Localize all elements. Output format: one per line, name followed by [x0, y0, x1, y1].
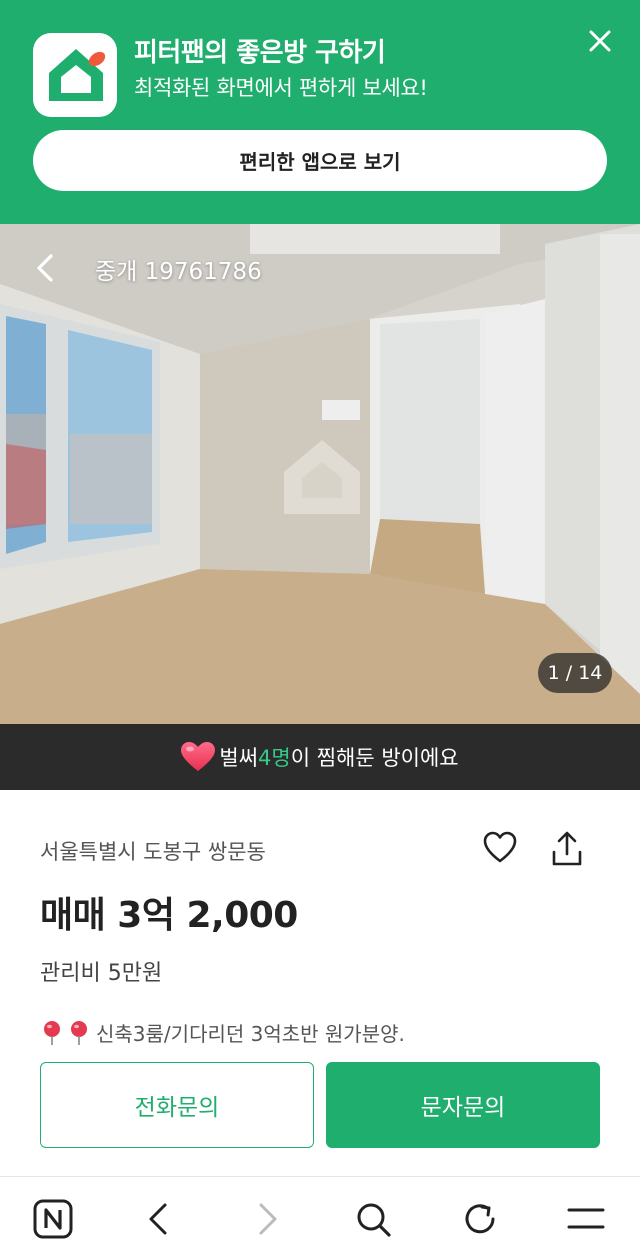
watermark-logo-icon — [284, 440, 360, 514]
heart-icon — [181, 742, 216, 771]
pushpin-icon — [40, 1020, 94, 1046]
banner-title: 피터팬의 좋은방 구하기 — [134, 38, 386, 68]
chevron-left-icon — [37, 254, 53, 282]
favorites-count: 4명 — [258, 746, 291, 770]
share-icon — [552, 831, 582, 866]
menu-icon[interactable] — [566, 1199, 606, 1239]
listing-description-text: 신축3룸/기다리던 3억초반 원가분양. — [96, 1022, 405, 1046]
management-fee: 관리비 5만원 — [40, 961, 163, 986]
listing-price: 매매 3억 2,000 — [40, 895, 298, 936]
favorites-notice: 벌써 4명 이 찜해둔 방이에요 — [0, 724, 640, 790]
close-icon[interactable] — [585, 26, 615, 56]
heart-outline-icon — [483, 831, 517, 863]
listing-id: 중개 19761786 — [95, 259, 262, 285]
back-button[interactable] — [30, 252, 62, 284]
search-icon[interactable] — [353, 1199, 393, 1239]
listing-description: 신축3룸/기다리던 3억초반 원가분양. — [40, 1018, 405, 1047]
refresh-icon[interactable] — [460, 1199, 500, 1239]
forward-icon[interactable] — [247, 1199, 287, 1239]
share-button[interactable] — [550, 830, 584, 868]
sms-inquiry-button[interactable]: 문자문의 — [326, 1062, 600, 1148]
listing-photo-carousel[interactable]: 중개 19761786 1 / 14 — [0, 224, 640, 724]
call-inquiry-button[interactable]: 전화문의 — [40, 1062, 314, 1148]
favorites-suffix: 이 찜해둔 방이에요 — [290, 746, 459, 770]
open-app-button[interactable]: 편리한 앱으로 보기 — [33, 130, 607, 191]
favorites-prefix: 벌써 — [219, 746, 259, 770]
app-logo-icon — [33, 33, 117, 117]
browser-toolbar — [0, 1176, 640, 1259]
favorite-button[interactable] — [482, 830, 518, 866]
back-icon[interactable] — [139, 1199, 179, 1239]
naver-home-icon[interactable] — [33, 1199, 73, 1239]
banner-subtitle: 최적화된 화면에서 편하게 보세요! — [134, 76, 428, 100]
listing-address: 서울특별시 도봉구 쌍문동 — [40, 840, 266, 864]
app-install-banner: 피터팬의 좋은방 구하기 최적화된 화면에서 편하게 보세요! 편리한 앱으로 … — [0, 0, 640, 224]
photo-counter: 1 / 14 — [538, 653, 612, 693]
